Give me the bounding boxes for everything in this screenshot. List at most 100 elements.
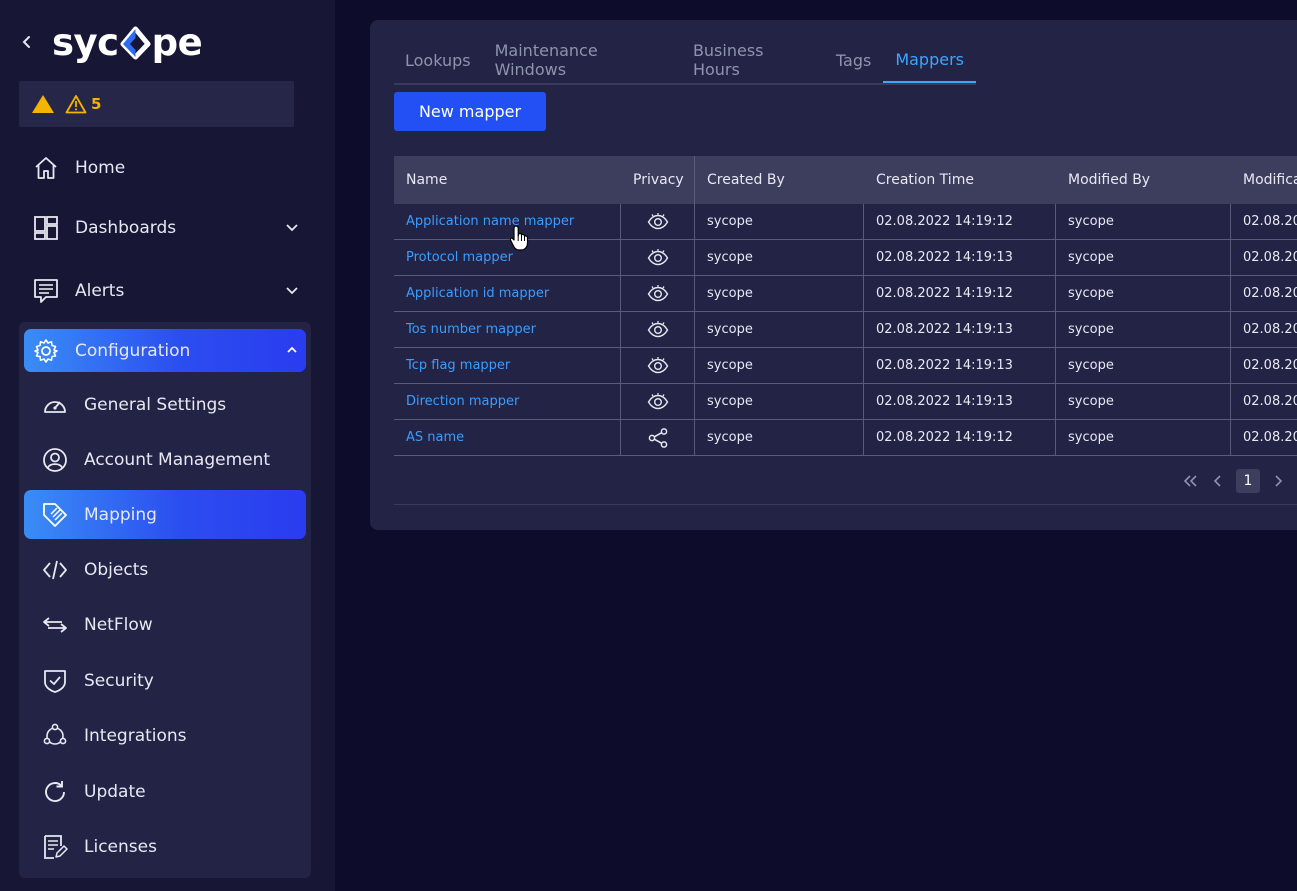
created-by-cell: sycope [695,420,864,455]
chevron-down-icon [286,224,298,232]
chevron-up-icon [287,346,297,353]
code-icon [41,556,69,584]
mapper-name-link[interactable]: Application id mapper [394,276,621,311]
config-item-licenses[interactable]: Licenses [24,822,306,871]
mapper-name-link[interactable]: Tcp flag mapper [394,348,621,383]
logo-text-right: pe [151,20,203,64]
nav-configuration[interactable]: Configuration [24,329,306,372]
column-header-name[interactable]: Name [394,156,621,204]
user-circle-icon [41,446,69,474]
modified-by-cell: sycope [1056,312,1231,347]
mapper-name-link[interactable]: AS name [394,420,621,455]
table-row[interactable]: Application id mapper sycope 02.08.2022 14… [394,276,1297,312]
modified-by-cell: sycope [1056,348,1231,383]
creation-time-cell: 02.08.2022 14:19:12 [864,204,1056,239]
nav-alerts[interactable]: Alerts [24,269,306,313]
config-item-label: Licenses [84,836,157,857]
home-icon [31,153,61,183]
eye-icon [621,348,695,383]
created-by-cell: sycope [695,204,864,239]
config-item-account-management[interactable]: Account Management [24,435,306,484]
mappers-panel: Lookups Maintenance Windows Business Hou… [370,20,1297,530]
config-item-label: Integrations [84,725,187,746]
creation-time-cell: 02.08.2022 14:19:13 [864,348,1056,383]
modification-time-cell: 02.08.20 [1243,394,1297,409]
modification-time-cell: 02.08.20 [1243,286,1297,301]
sycope-logo[interactable]: syc pe [52,18,203,66]
eye-icon [621,312,695,347]
gauge-icon [41,391,69,419]
mapper-name-link[interactable]: Application name mapper [394,204,621,239]
shield-icon [41,667,69,695]
modification-time-cell: 02.08.20 [1243,430,1297,445]
chevron-left-icon [1213,475,1221,487]
mapper-name-link[interactable]: Protocol mapper [394,240,621,275]
next-page-button[interactable] [1264,469,1292,493]
config-tabs: Lookups Maintenance Windows Business Hou… [394,37,976,85]
created-by-cell: sycope [695,312,864,347]
modified-by-cell: sycope [1056,384,1231,419]
nav-alerts-label: Alerts [75,281,125,301]
creation-time-cell: 02.08.2022 14:19:13 [864,240,1056,275]
config-item-label: Update [84,781,146,802]
nav-dashboards-label: Dashboards [75,218,177,238]
nav-dashboards[interactable]: Dashboards [24,206,306,250]
created-by-cell: sycope [695,348,864,383]
modified-by-cell: sycope [1056,204,1231,239]
config-item-integrations[interactable]: Integrations [24,711,306,760]
nav-home[interactable]: Home [24,146,306,190]
modification-time-cell: 02.08.20 [1243,322,1297,337]
dashboard-icon [31,213,61,243]
creation-time-cell: 02.08.2022 14:19:13 [864,384,1056,419]
config-item-general-settings[interactable]: General Settings [24,380,306,429]
current-page[interactable]: 1 [1236,469,1260,493]
config-item-objects[interactable]: Objects [24,545,306,594]
eye-icon [621,240,695,275]
prev-page-button[interactable] [1204,469,1232,493]
tab-mappers[interactable]: Mappers [883,37,976,83]
table-row[interactable]: Tcp flag mapper sycope 02.08.2022 14:19:13… [394,348,1297,384]
config-item-mapping[interactable]: Mapping [24,490,306,539]
column-header-privacy[interactable]: Privacy [621,156,695,204]
column-header-modified-by[interactable]: Modified By [1056,156,1231,204]
tab-business-hours[interactable]: Business Hours [681,37,824,83]
first-page-button[interactable] [1176,469,1204,493]
chevron-right-icon [1275,475,1283,487]
creation-time-cell: 02.08.2022 14:19:12 [864,420,1056,455]
created-by-cell: sycope [695,240,864,275]
alert-summary[interactable]: 5 [19,81,294,127]
tab-lookups[interactable]: Lookups [394,37,483,83]
arrows-icon [41,611,69,639]
chevron-left-icon [22,36,30,48]
created-by-cell: sycope [695,384,864,419]
tab-tags[interactable]: Tags [824,37,883,83]
modified-by-cell: sycope [1056,420,1231,455]
column-header-created-by[interactable]: Created By [695,156,864,204]
table-row[interactable]: Direction mapper sycope 02.08.2022 14:19:1… [394,384,1297,420]
panel-divider [394,504,1297,505]
alert-count: 5 [91,95,102,113]
table-row[interactable]: AS name sycope 02.08.2022 14:19:12 sycope 02… [394,420,1297,456]
hand-pointer-cursor-icon [509,225,529,251]
integrations-icon [41,722,69,750]
collapse-sidebar-button[interactable] [18,30,38,54]
column-header-modification-time[interactable]: Modifica [1231,156,1297,204]
column-header-creation-time[interactable]: Creation Time [864,156,1056,204]
pagination: 1 [1176,469,1292,493]
modified-by-cell: sycope [1056,240,1231,275]
tab-maintenance-windows[interactable]: Maintenance Windows [483,37,681,83]
eye-icon [621,204,695,239]
config-item-update[interactable]: Update [24,767,306,816]
config-item-security[interactable]: Security [24,656,306,705]
license-icon [41,833,69,861]
table-header: Name Privacy Created By Creation Time Mo… [394,156,1297,204]
alerts-list-icon [31,276,61,306]
table-row[interactable]: Tos number mapper sycope 02.08.2022 14:19:… [394,312,1297,348]
eye-icon [621,276,695,311]
mapper-name-link[interactable]: Direction mapper [394,384,621,419]
config-item-netflow[interactable]: NetFlow [24,600,306,649]
creation-time-cell: 02.08.2022 14:19:12 [864,276,1056,311]
mapper-name-link[interactable]: Tos number mapper [394,312,621,347]
new-mapper-button[interactable]: New mapper [394,92,546,131]
nav-home-label: Home [75,158,126,178]
